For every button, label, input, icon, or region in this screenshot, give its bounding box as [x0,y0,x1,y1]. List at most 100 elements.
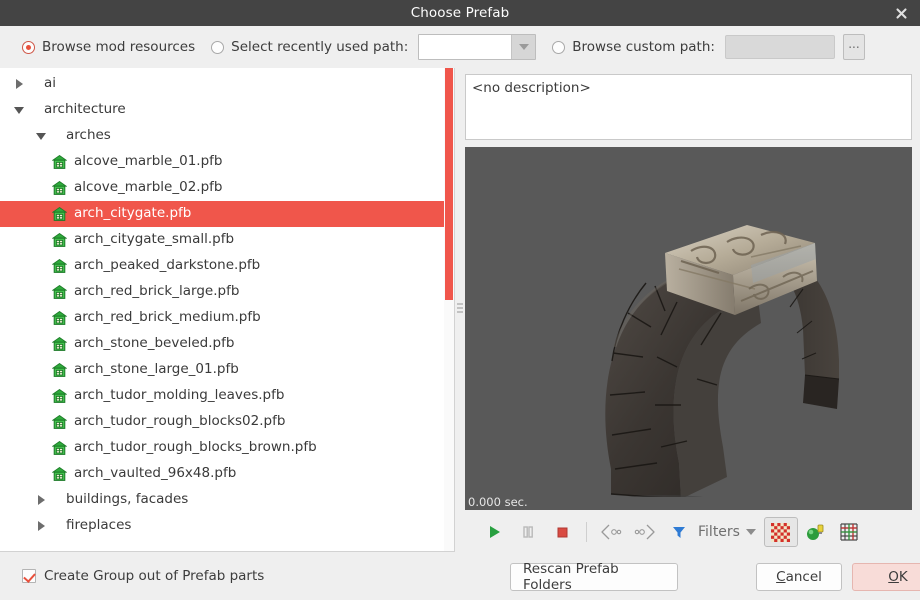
radio-select-recent-path[interactable]: Select recently used path: [211,39,408,55]
prefab-house-icon [51,467,68,481]
tree-node-label: ai [44,75,57,92]
rescan-prefab-folders-button[interactable]: Rescan Prefab Folders [510,561,678,593]
choose-prefab-dialog: Choose Prefab Browse mod resources Selec… [0,0,920,600]
tree-node-label: arch_citygate_small.pfb [74,231,235,248]
tree-row[interactable]: arch_stone_large_01.pfb [0,357,454,383]
close-icon[interactable] [888,0,914,26]
tree-row[interactable]: arch_tudor_rough_blocks_brown.pfb [0,435,454,461]
light-sphere-icon[interactable] [798,517,832,547]
prefab-browser-pane: ai architecture arches alcove_marble_01.pfb… [0,68,455,600]
dialog-body: ai architecture arches alcove_marble_01.pfb… [0,68,920,600]
chevron-down-icon[interactable] [8,106,30,114]
step-forward-icon[interactable] [628,517,662,547]
checker-icon[interactable] [763,517,798,547]
tree-node-label: arch_red_brick_large.pfb [74,283,240,300]
create-group-row[interactable]: Create Group out of Prefab parts [0,552,455,600]
tree-row[interactable]: arch_red_brick_medium.pfb [0,305,454,331]
radio-label-recent-path: Select recently used path: [231,39,409,55]
tree-row[interactable]: fireplaces [0,513,454,539]
tree-row[interactable]: arch_peaked_darkstone.pfb [0,253,454,279]
tree-node-label: arch_tudor_rough_blocks02.pfb [74,413,286,430]
funnel-icon[interactable] [662,517,696,547]
prefab-house-icon [51,389,68,403]
browse-folder-button[interactable]: ... [842,34,865,60]
prefab-house-icon [51,441,68,455]
tree-node-label: arch_vaulted_96x48.pfb [74,465,237,482]
tree-node-label: arch_red_brick_medium.pfb [74,309,261,326]
tree-row[interactable]: ai [0,71,454,97]
ok-mnemonic: O [888,569,899,585]
custom-path-input[interactable] [724,35,835,59]
tree-node-label: arch_tudor_molding_leaves.pfb [74,387,285,404]
tree-row[interactable]: arch_citygate.pfb [0,201,454,227]
tree-row[interactable]: arch_stone_beveled.pfb [0,331,454,357]
description-box: <no description> [465,74,912,140]
radio-browse-mod-resources[interactable]: Browse mod resources [22,39,195,55]
tree-row[interactable]: alcove_marble_01.pfb [0,149,454,175]
prefab-tree[interactable]: ai architecture arches alcove_marble_01.pfb… [0,68,454,551]
radio-browse-custom-path[interactable]: Browse custom path: [552,39,715,55]
dialog-button-bar: Rescan Prefab Folders Cancel OK [465,554,920,600]
pane-splitter[interactable] [455,68,465,600]
chevron-down-icon[interactable] [30,132,52,140]
chevron-right-icon[interactable] [30,495,52,505]
prefab-house-icon [51,311,68,325]
ok-button[interactable]: OK [852,563,920,591]
tree-row[interactable]: alcove_marble_02.pfb [0,175,454,201]
create-group-label: Create Group out of Prefab parts [44,568,265,584]
tree-scrollbar[interactable] [444,68,454,551]
prefab-house-icon [51,415,68,429]
chevron-right-icon[interactable] [30,521,52,531]
filters-label[interactable]: Filters [698,524,740,540]
prefab-tree-container: ai architecture arches alcove_marble_01.pfb… [0,68,455,552]
tree-row[interactable]: arch_tudor_rough_blocks02.pfb [0,409,454,435]
tree-node-label: arch_tudor_rough_blocks_brown.pfb [74,439,317,456]
tree-row[interactable]: arch_tudor_molding_leaves.pfb [0,383,454,409]
tree-row[interactable]: buildings, facades [0,487,454,513]
model-viewport[interactable]: 0.000 sec. [465,147,912,510]
pause-icon[interactable] [511,517,545,547]
title-bar: Choose Prefab [0,0,920,26]
tree-row[interactable]: architecture [0,97,454,123]
tree-scrollbar-thumb[interactable] [445,68,453,300]
preview-pane: <no description> 0.000 sec. Filters Resc… [465,68,920,600]
prefab-house-icon [51,337,68,351]
stop-icon[interactable] [545,517,579,547]
step-back-icon[interactable] [594,517,628,547]
cancel-button[interactable]: Cancel [756,563,842,591]
grid-icon[interactable] [832,517,866,547]
radio-label-custom-path: Browse custom path: [572,39,715,55]
tree-node-label: arch_stone_beveled.pfb [74,335,235,352]
window-title: Choose Prefab [410,5,510,21]
chevron-right-icon[interactable] [8,79,30,89]
prefab-house-icon [51,207,68,221]
ok-label-rest: K [898,569,908,585]
recent-path-value[interactable] [419,35,512,59]
preview-time-label: 0.000 sec. [468,495,528,509]
tree-node-label: arches [66,127,111,144]
prefab-house-icon [51,259,68,273]
tree-node-label: fireplaces [66,517,132,534]
tree-row[interactable]: arch_citygate_small.pfb [0,227,454,253]
prefab-house-icon [51,155,68,169]
tree-node-label: alcove_marble_01.pfb [74,153,223,170]
toolbar-separator [586,522,587,542]
create-group-checkbox[interactable] [22,569,36,583]
cancel-mnemonic: C [776,569,786,585]
radio-indicator-mod-resources[interactable] [22,40,35,54]
tree-row[interactable]: arch_vaulted_96x48.pfb [0,461,454,487]
recent-path-combobox[interactable] [418,34,537,60]
chevron-down-icon[interactable] [511,35,536,59]
splitter-grip-icon [457,303,463,314]
play-icon[interactable] [477,517,511,547]
tree-node-label: architecture [44,101,126,118]
tree-node-label: arch_citygate.pfb [74,205,192,222]
tree-row[interactable]: arches [0,123,454,149]
tree-node-label: buildings, facades [66,491,189,508]
tree-row[interactable]: arch_red_brick_large.pfb [0,279,454,305]
filters-chevron-down-icon[interactable] [745,529,756,535]
radio-indicator-custom-path[interactable] [552,40,566,54]
radio-indicator-recent-path[interactable] [211,40,225,54]
radio-label-mod-resources: Browse mod resources [42,39,196,55]
prefab-house-icon [51,285,68,299]
